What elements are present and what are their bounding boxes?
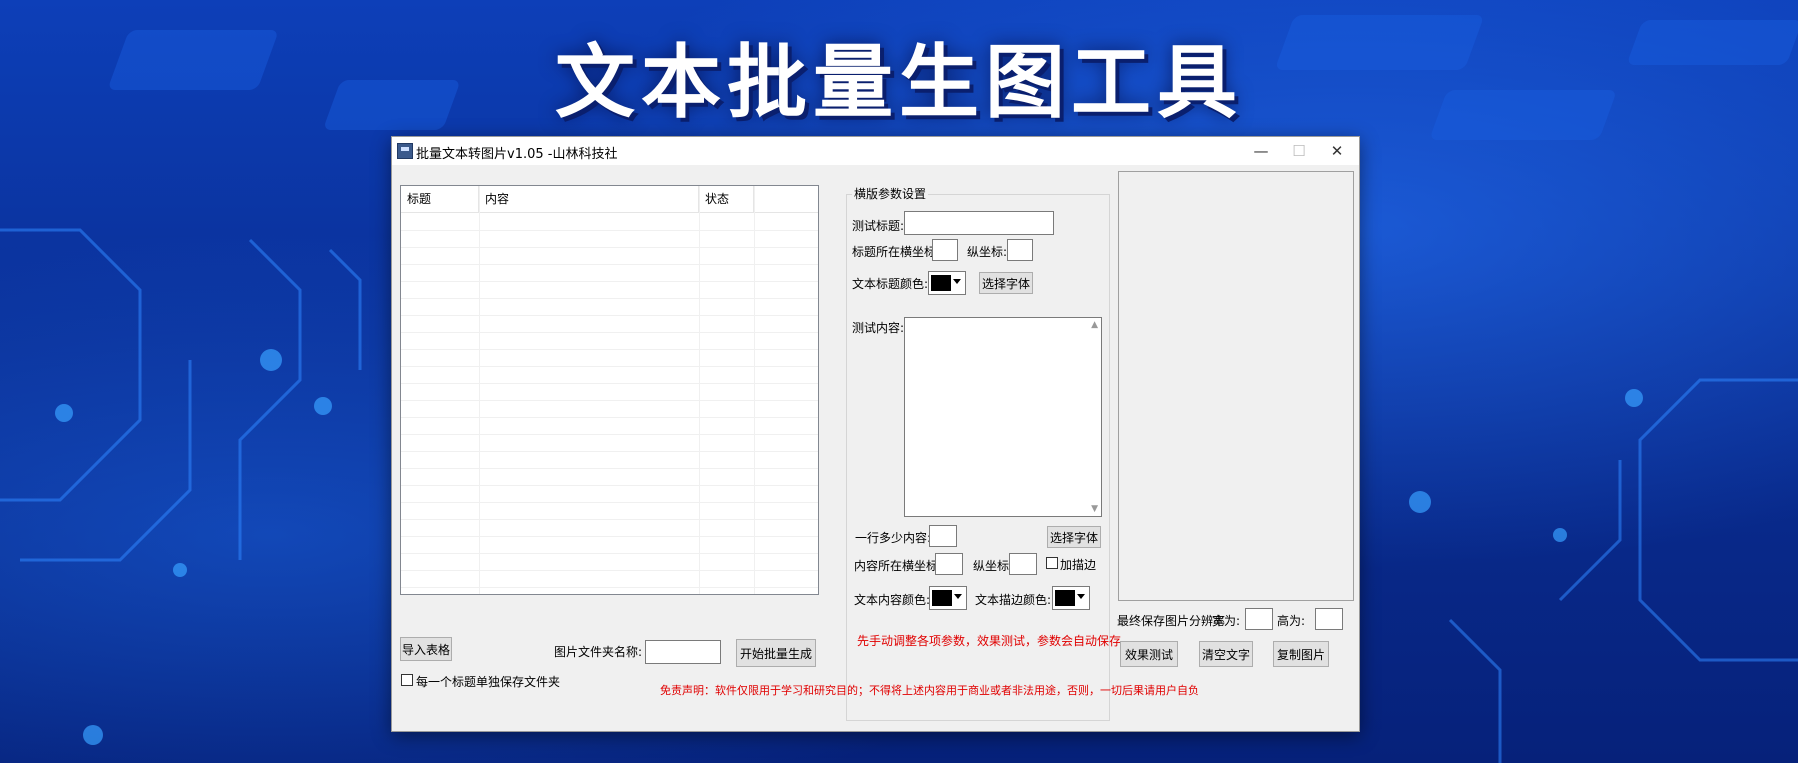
params-group-title: 横版参数设置 [852, 185, 929, 202]
width-input[interactable] [1245, 608, 1273, 630]
table-row[interactable] [401, 451, 818, 469]
test-title-input[interactable] [904, 211, 1054, 235]
line-chars-input[interactable] [929, 525, 957, 547]
table-row[interactable] [401, 298, 818, 316]
start-batch-button[interactable]: 开始批量生成 [736, 639, 816, 667]
dropdown-arrow-icon [954, 594, 962, 599]
title-y-input[interactable] [1007, 239, 1033, 261]
select-title-font-button[interactable]: 选择字体 [979, 272, 1033, 294]
stroke-color-picker[interactable] [1052, 586, 1090, 610]
table-row[interactable] [401, 213, 818, 231]
content-y-label: 纵坐标: [973, 559, 1014, 573]
effect-test-button[interactable]: 效果测试 [1120, 641, 1178, 667]
select-content-font-button[interactable]: 选择字体 [1047, 526, 1101, 548]
title-y-label: 纵坐标: [967, 245, 1008, 259]
test-content-textarea[interactable]: ▲ ▼ [904, 317, 1102, 517]
column-header-title[interactable]: 标题 [401, 186, 479, 212]
content-color-label: 文本内容颜色: [854, 593, 931, 607]
table-row[interactable] [401, 281, 818, 299]
title-x-input[interactable] [932, 239, 958, 261]
line-chars-label: 一行多少内容: [855, 531, 932, 545]
height-input[interactable] [1315, 608, 1343, 630]
dropdown-arrow-icon [1077, 594, 1085, 599]
table-row[interactable] [401, 349, 818, 367]
content-color-picker[interactable] [929, 586, 967, 610]
data-table[interactable]: 标题 内容 状态 [400, 185, 819, 595]
table-row[interactable] [401, 315, 818, 333]
table-row[interactable] [401, 332, 818, 350]
table-row[interactable] [401, 485, 818, 503]
title-color-label: 文本标题颜色: [852, 277, 929, 291]
import-table-button[interactable]: 导入表格 [400, 637, 452, 661]
table-row[interactable] [401, 502, 818, 520]
scroll-up-icon[interactable]: ▲ [1091, 320, 1098, 330]
app-icon [397, 143, 413, 159]
stroke-checkbox-label: 加描边 [1060, 558, 1097, 572]
app-window: 批量文本转图片v1.05 -山林科技社 — ☐ ✕ 标题 内容 状态 导入表格 … [391, 136, 1360, 732]
per-title-folder-label: 每一个标题单独保存文件夹 [416, 675, 561, 689]
width-label: 宽为: [1212, 614, 1241, 628]
table-row[interactable] [401, 570, 818, 588]
column-divider [479, 186, 480, 594]
dropdown-arrow-icon [953, 279, 961, 284]
test-content-label: 测试内容: [852, 321, 905, 335]
table-row[interactable] [401, 519, 818, 537]
table-row[interactable] [401, 264, 818, 282]
column-header-status[interactable]: 状态 [699, 186, 754, 212]
window-title: 批量文本转图片v1.05 -山林科技社 [416, 147, 618, 162]
title-x-label: 标题所在横坐标: [852, 245, 941, 259]
table-row[interactable] [401, 417, 818, 435]
content-color-swatch [932, 590, 952, 606]
params-hint: 先手动调整各项参数，效果测试，参数会自动保存 [857, 634, 1122, 648]
column-divider [754, 186, 755, 594]
content-x-input[interactable] [935, 553, 963, 575]
close-button[interactable]: ✕ [1317, 139, 1357, 163]
table-row[interactable] [401, 230, 818, 248]
title-color-swatch [931, 275, 951, 291]
height-label: 高为: [1277, 614, 1306, 628]
minimize-button[interactable]: — [1241, 139, 1281, 163]
per-title-folder-checkbox[interactable] [401, 674, 413, 686]
table-row[interactable] [401, 434, 818, 452]
clear-text-button[interactable]: 清空文字 [1199, 641, 1253, 667]
resolution-label: 最终保存图片分辨率 [1117, 614, 1226, 628]
table-row[interactable] [401, 468, 818, 486]
stroke-color-label: 文本描边颜色: [975, 593, 1052, 607]
table-row[interactable] [401, 553, 818, 571]
table-row[interactable] [401, 536, 818, 554]
table-header: 标题 内容 状态 [401, 186, 818, 213]
disclaimer-text: 免责声明：软件仅限用于学习和研究目的；不得将上述内容用于商业或者非法用途，否则，… [660, 684, 1199, 697]
folder-name-input[interactable] [645, 640, 721, 664]
table-row[interactable] [401, 366, 818, 384]
maximize-button[interactable]: ☐ [1279, 139, 1319, 163]
folder-name-label: 图片文件夹名称: [554, 645, 643, 659]
content-y-input[interactable] [1009, 553, 1037, 575]
stroke-checkbox[interactable] [1046, 557, 1058, 569]
table-row[interactable] [401, 400, 818, 418]
title-color-picker[interactable] [928, 271, 966, 295]
column-header-content[interactable]: 内容 [479, 186, 699, 212]
banner-title: 文本批量生图工具 [555, 36, 1243, 129]
content-x-label: 内容所在横坐标: [854, 559, 943, 573]
table-row[interactable] [401, 383, 818, 401]
test-title-label: 测试标题: [852, 219, 905, 233]
preview-canvas [1118, 171, 1354, 601]
table-row[interactable] [401, 247, 818, 265]
copy-image-button[interactable]: 复制图片 [1273, 641, 1329, 667]
column-divider [699, 186, 700, 594]
stroke-color-swatch [1055, 590, 1075, 606]
title-bar[interactable]: 批量文本转图片v1.05 -山林科技社 — ☐ ✕ [392, 137, 1359, 165]
scroll-down-icon[interactable]: ▼ [1091, 504, 1098, 514]
